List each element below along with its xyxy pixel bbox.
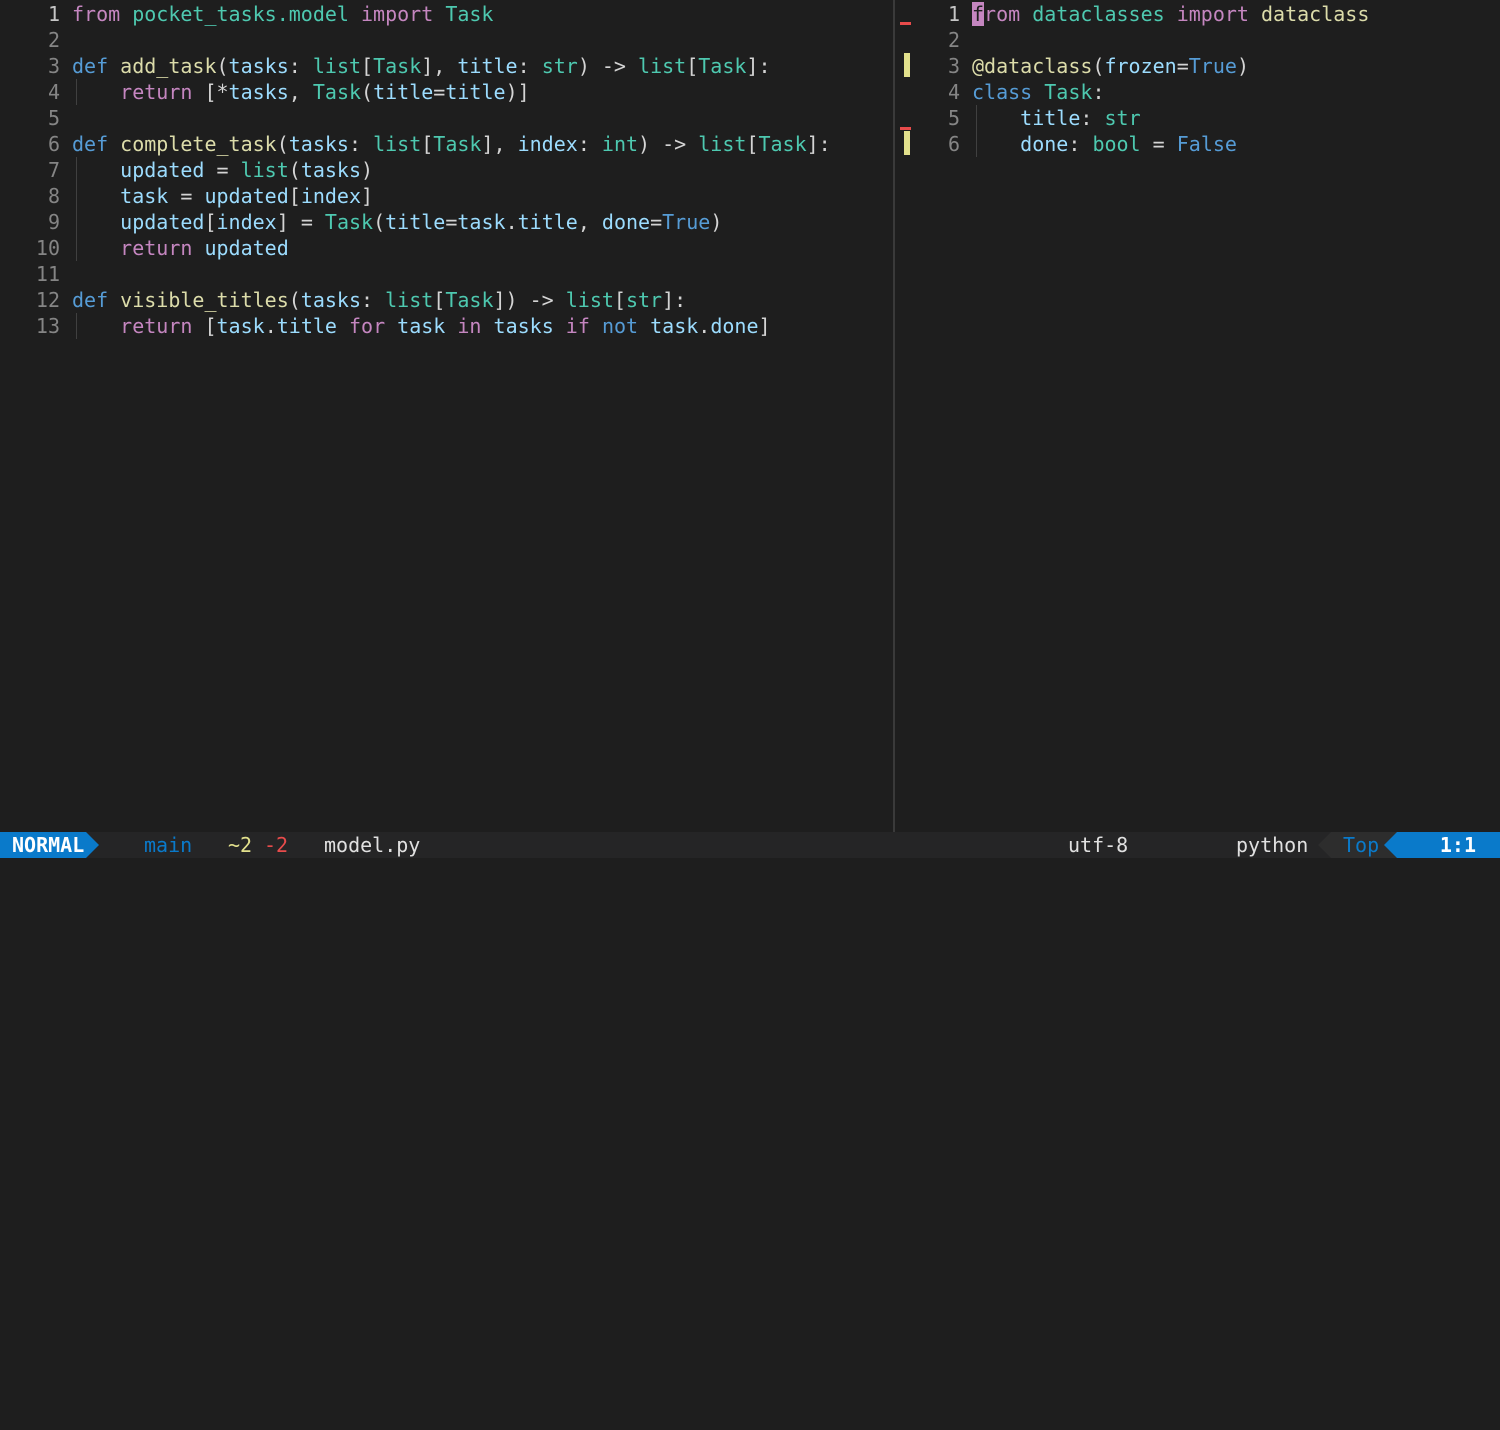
line-number: 2 [47,28,60,52]
code-line[interactable]: 8 task = updated[index] [0,183,893,209]
mode-separator [86,832,99,858]
line-number: 2 [947,28,960,52]
code-text[interactable]: @dataclass(frozen=True) [972,53,1249,79]
git-removed-count: -2 [264,833,289,857]
line-number: 10 [35,236,60,260]
command-line[interactable] [0,858,1500,885]
right-editor-pane[interactable]: 1 from dataclasses import dataclass 2 3 @dat… [895,0,1500,832]
code-line[interactable]: 1 from dataclasses import dataclass [895,1,1500,27]
line-number: 9 [47,210,60,234]
indent-guide [76,313,77,339]
line-number: 6 [47,132,60,156]
code-line[interactable]: 3 def add_task(tasks: list[Task], title: … [0,53,893,79]
code-text[interactable]: return updated [72,235,289,261]
code-text[interactable]: def complete_task(tasks: list[Task], ind… [72,131,831,157]
line-number: 5 [47,106,60,130]
line-number: 13 [35,314,60,338]
indent-guide [976,105,977,131]
git-removed-marker [900,22,911,25]
position-separator [1318,832,1331,858]
code-line[interactable]: 11 [0,261,893,287]
mode-indicator: NORMAL [0,832,86,858]
indent-guide [76,157,77,183]
code-line[interactable]: 4 return [*tasks, Task(title=title)] [0,79,893,105]
line-number: 3 [947,54,960,78]
cursor-separator [1384,832,1397,858]
branch-name[interactable]: main [144,832,192,858]
code-line[interactable]: 2 [0,27,893,53]
line-number: 5 [947,106,960,130]
editor-area[interactable]: 1 from pocket_tasks.model import Task 2 3 de… [0,0,1500,832]
line-number: 7 [47,158,60,182]
cursor-position: 1:1 [1397,832,1500,858]
indent-guide [76,183,77,209]
filetype: python [1236,833,1309,857]
line-number: 4 [47,80,60,104]
encoding: utf-8 [1068,833,1129,857]
code-line[interactable]: 5 [0,105,893,131]
git-removed-marker [900,127,911,130]
code-text[interactable]: return [*tasks, Task(title=title)] [72,79,529,105]
code-text[interactable]: def visible_titles(tasks: list[Task]) ->… [72,287,686,313]
code-text[interactable]: from pocket_tasks.model import Task [72,1,493,27]
code-text[interactable]: updated[index] = Task(title=task.title, … [72,209,722,235]
code-line[interactable]: 3 @dataclass(frozen=True) [895,53,1500,79]
line-number: 4 [947,80,960,104]
line-number: 8 [47,184,60,208]
left-editor-pane[interactable]: 1 from pocket_tasks.model import Task 2 3 de… [0,0,893,832]
code-line[interactable]: 9 updated[index] = Task(title=task.title… [0,209,893,235]
code-line[interactable]: 13 return [task.title for task in tasks … [0,313,893,339]
line-number: 6 [947,132,960,156]
line-number: 3 [47,54,60,78]
git-changed-marker [904,53,910,77]
indent-guide [76,209,77,235]
code-text[interactable]: class Task: [972,79,1104,105]
filename[interactable]: model.py [324,832,420,858]
git-changed-count: ~2 [228,833,253,857]
line-number: 11 [35,262,60,286]
code-line[interactable]: 5 title: str [895,105,1500,131]
line-number: 1 [947,2,960,26]
indent-guide [76,235,77,261]
line-number: 12 [35,288,60,312]
code-text[interactable]: updated = list(tasks) [72,157,373,183]
code-line[interactable]: 10 return updated [0,235,893,261]
code-text[interactable]: done: bool = False [972,131,1237,157]
code-text[interactable]: return [task.title for task in tasks if … [72,313,770,339]
indent-guide [76,79,77,105]
code-line[interactable]: 1 from pocket_tasks.model import Task [0,1,893,27]
code-line[interactable]: 4 class Task: [895,79,1500,105]
code-line[interactable]: 6 done: bool = False [895,131,1500,157]
code-line[interactable]: 2 [895,27,1500,53]
code-line[interactable]: 12 def visible_titles(tasks: list[Task]) … [0,287,893,313]
code-text[interactable]: task = updated[index] [72,183,373,209]
code-text[interactable]: def add_task(tasks: list[Task], title: s… [72,53,771,79]
code-text[interactable]: from dataclasses import dataclass [972,1,1369,27]
code-text[interactable]: title: str [972,105,1140,131]
code-line[interactable]: 6 def complete_task(tasks: list[Task], in… [0,131,893,157]
indent-guide [976,131,977,157]
statusline: NORMAL main ~2 -2 model.py utf-8 python … [0,832,1500,884]
code-line[interactable]: 7 updated = list(tasks) [0,157,893,183]
line-number: 1 [47,2,60,26]
git-changed-marker [904,131,910,155]
